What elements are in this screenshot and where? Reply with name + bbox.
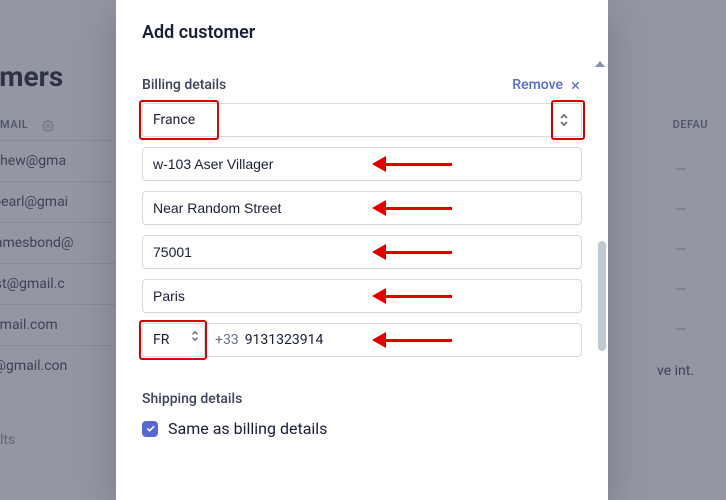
shipping-label: Shipping details — [142, 391, 582, 407]
phone-prefix: +33 — [215, 332, 239, 348]
phone-country-value: FR — [153, 332, 169, 348]
country-select[interactable]: France — [142, 103, 582, 137]
same-as-billing-label: Same as billing details — [168, 419, 327, 438]
phone-country-select[interactable]: FR — [142, 323, 204, 357]
chevron-up-down-icon — [190, 329, 200, 347]
check-icon — [145, 423, 156, 434]
close-icon — [569, 79, 582, 92]
address-line2-input[interactable] — [142, 191, 582, 225]
remove-billing-link[interactable]: Remove — [512, 77, 582, 93]
modal-body: Billing details Remove France — [116, 61, 608, 500]
same-as-billing-checkbox[interactable] — [142, 421, 158, 437]
modal-title: Add customer — [142, 22, 582, 43]
scrollbar-thumb[interactable] — [598, 241, 606, 351]
billing-label: Billing details — [142, 77, 226, 93]
modal-header: Add customer — [116, 0, 608, 61]
billing-section-header: Billing details Remove — [142, 77, 582, 93]
chevron-up-down-icon — [551, 107, 577, 133]
shipping-section: Shipping details Same as billing details — [142, 391, 582, 438]
postal-code-input[interactable] — [142, 235, 582, 269]
country-value: France — [153, 112, 195, 128]
add-customer-modal: Add customer Billing details Remove Fran… — [116, 0, 608, 500]
phone-number-value: 9131323914 — [245, 332, 324, 348]
address-line1-input[interactable] — [142, 147, 582, 181]
city-input[interactable] — [142, 279, 582, 313]
phone-number-input[interactable]: +33 9131323914 — [204, 323, 582, 357]
scroll-up-icon — [595, 61, 605, 67]
remove-label: Remove — [512, 77, 563, 93]
